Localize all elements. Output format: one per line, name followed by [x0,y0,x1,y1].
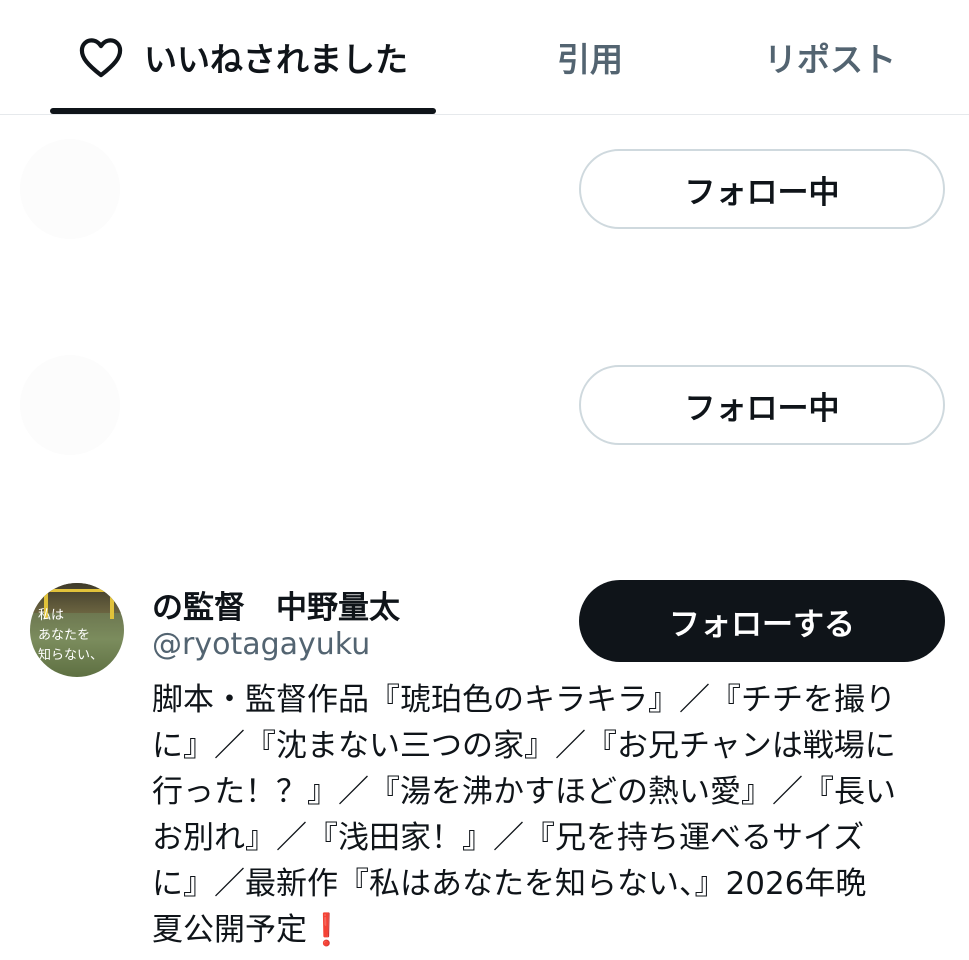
bio-line: に』／最新作『私はあなたを知らない、』2026年晩 [152,866,867,902]
user-bio: 脚本・監督作品『琥珀色のキラキラ』／『チチを撮り に』／『沈まない三つの家』／『… [152,677,952,953]
user-handle[interactable]: @ryotagayuku [152,627,370,662]
bio-line: 行った！？』／『湯を沸かすほどの熱い愛』／『長い [152,774,896,810]
following-button-label: フォロー中 [684,174,840,211]
following-button-label: フォロー中 [684,390,840,427]
avatar-text: 私は [38,608,65,623]
avatar[interactable] [20,355,120,455]
tab-quotes-label: 引用 [557,39,623,79]
follow-button-label: フォローする [669,606,855,643]
heart-icon [79,37,123,77]
tab-bar: いいねされました 引用 リポスト [0,0,969,115]
avatar-text: あなたを [38,628,91,643]
following-button[interactable]: フォロー中 [579,149,945,229]
tab-liked-label: いいねされました [144,39,408,79]
user-row[interactable]: フォロー中 [0,114,969,328]
follow-button[interactable]: フォローする [579,580,945,662]
avatar[interactable] [20,139,120,239]
bio-line: お別れ』／『浅田家！』／『兄を持ち運べるサイズ [152,820,865,856]
avatar[interactable]: 私は あなたを 知らない、 [30,583,124,677]
tab-quotes[interactable]: 引用 [500,0,680,113]
display-name[interactable]: の監督 中野量太 [152,582,400,627]
tab-reposts-label: リポスト [764,39,896,79]
avatar-text: 知らない、 [38,648,104,663]
bio-line: 夏公開予定 [152,912,307,948]
exclamation-icon: ❗ [307,912,346,948]
bio-line-last: 夏公開予定❗ [152,907,952,953]
following-button[interactable]: フォロー中 [579,365,945,445]
tab-liked[interactable]: いいねされました [50,0,436,113]
avatar-goalpost [110,589,114,619]
bio-line: 脚本・監督作品『琥珀色のキラキラ』／『チチを撮り [152,682,896,718]
user-row[interactable]: フォロー中 [0,330,969,560]
avatar-goalbar [48,589,110,592]
bio-line: に』／『沈まない三つの家』／『お兄チャンは戦場に [152,728,896,764]
tab-reposts[interactable]: リポスト [730,0,930,113]
